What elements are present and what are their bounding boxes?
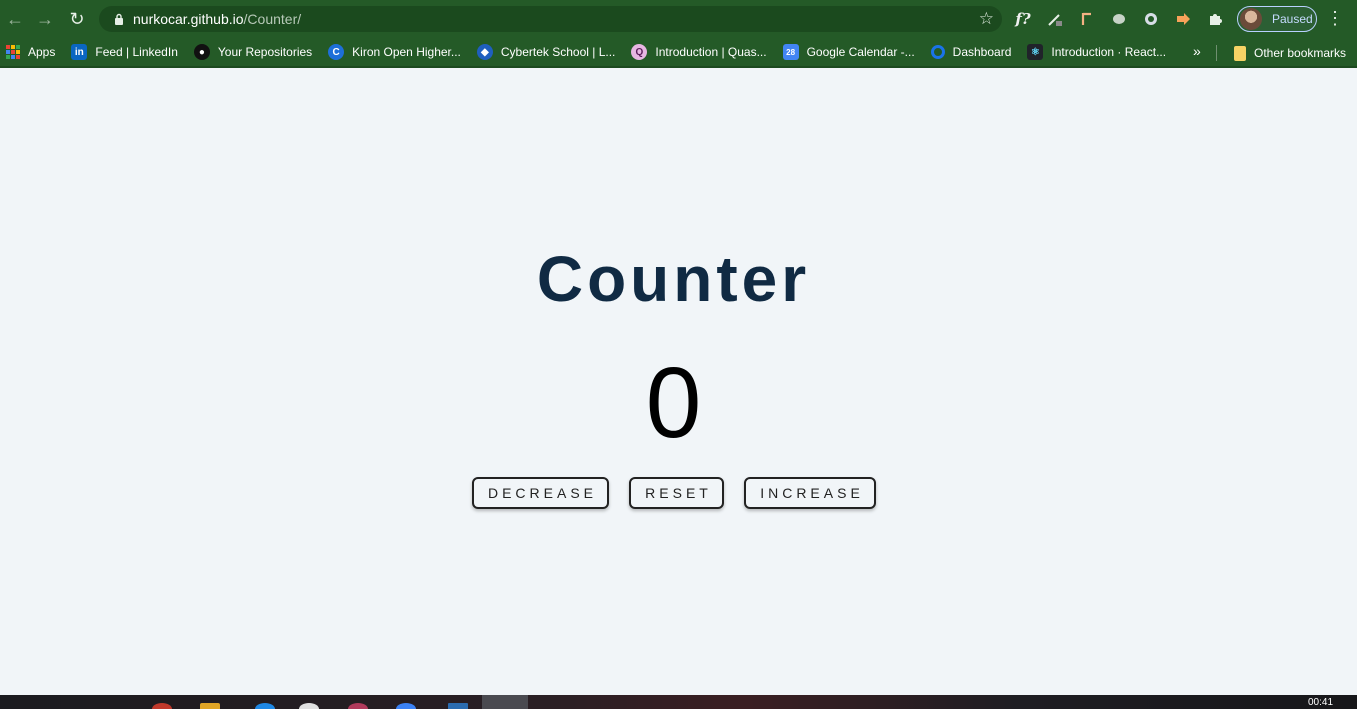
browser-toolbar: ← → ↻ nurkocar.github.io/Counter/ ☆ f? P… — [0, 0, 1357, 38]
bookmark-label: Kiron Open Higher... — [352, 45, 461, 59]
lock-icon — [113, 13, 125, 26]
bookmark-other[interactable]: Other bookmarks — [1226, 40, 1354, 66]
app-taskbar-icon[interactable] — [299, 703, 319, 709]
bookmark-label: Other bookmarks — [1254, 46, 1347, 60]
page-content: Counter 0 DECREASE RESET INCREASE — [0, 70, 1357, 695]
apps-grid-icon — [6, 45, 20, 59]
chrome-taskbar-icon[interactable] — [152, 703, 172, 709]
app-taskbar-icon[interactable] — [448, 703, 468, 709]
bookmark-label: Google Calendar -... — [806, 45, 915, 59]
arrow-extension-icon[interactable] — [1172, 8, 1194, 30]
bookmark-label: Cybertek School | L... — [500, 45, 616, 59]
decrease-button[interactable]: DECREASE — [472, 477, 609, 509]
dashboard-icon — [930, 45, 945, 59]
bookmark-github[interactable]: ● Your Repositories — [186, 39, 320, 65]
bookmark-star-icon[interactable]: ☆ — [979, 9, 994, 29]
bookmark-apps[interactable]: Apps — [0, 39, 63, 65]
github-icon: ● — [193, 44, 210, 60]
taskbar-clock: 00:41 — [1308, 697, 1334, 708]
react-icon: ⚛ — [1027, 44, 1044, 60]
counter-value: 0 — [645, 347, 702, 459]
bookmark-quasar[interactable]: Q Introduction | Quas... — [623, 39, 774, 65]
reset-button[interactable]: RESET — [629, 477, 724, 509]
forward-arrow-icon[interactable]: → — [30, 4, 60, 34]
app-taskbar-icon[interactable] — [348, 703, 368, 709]
bookmark-google-calendar[interactable]: 28 Google Calendar -... — [775, 39, 923, 65]
puzzle-extensions-icon[interactable] — [1204, 8, 1226, 30]
vscode-taskbar-icon[interactable] — [255, 703, 275, 709]
bookmark-label: Dashboard — [952, 45, 1012, 59]
pen-extension-icon[interactable] — [1044, 8, 1066, 30]
bookmark-dashboard[interactable]: Dashboard — [923, 39, 1020, 65]
bookmark-label: Introduction | Quas... — [655, 45, 767, 59]
back-arrow-icon[interactable]: ← — [0, 4, 30, 34]
linkedin-icon: in — [71, 44, 88, 60]
bookmark-linkedin[interactable]: in Feed | LinkedIn — [63, 39, 186, 65]
bookmark-label: Feed | LinkedIn — [95, 45, 178, 59]
active-taskbar-item[interactable] — [482, 695, 528, 709]
extensions-area: f? — [1012, 4, 1226, 34]
quasar-icon: Q — [631, 44, 648, 60]
bookmarks-bar: Apps in Feed | LinkedIn ● Your Repositor… — [0, 38, 1357, 68]
profile-status: Paused — [1272, 12, 1313, 26]
circle-extension-icon[interactable] — [1140, 8, 1162, 30]
bookmark-kiron[interactable]: C Kiron Open Higher... — [320, 39, 469, 65]
more-bookmarks-chevron-icon[interactable]: » — [1193, 43, 1201, 59]
flag-extension-icon[interactable] — [1076, 8, 1098, 30]
cybertek-icon: ◆ — [476, 44, 493, 60]
bookmark-label: Your Repositories — [217, 45, 313, 59]
folder-taskbar-icon[interactable] — [200, 703, 220, 709]
bookmark-cybertek[interactable]: ◆ Cybertek School | L... — [469, 39, 624, 65]
bookmark-react[interactable]: ⚛ Introduction · React... — [1019, 39, 1174, 65]
formula-extension-icon[interactable]: f? — [1012, 8, 1034, 30]
address-bar[interactable]: nurkocar.github.io/Counter/ ☆ — [99, 6, 1002, 32]
more-menu-icon[interactable]: ⋮ — [1326, 8, 1344, 30]
url-text: nurkocar.github.io/Counter/ — [133, 11, 302, 27]
app-taskbar-icon[interactable] — [396, 703, 416, 709]
bookmark-label: Apps — [28, 45, 56, 59]
taskbar: 00:41 — [0, 695, 1357, 709]
leaf-extension-icon[interactable] — [1108, 8, 1130, 30]
page-title: Counter — [536, 243, 811, 315]
folder-icon — [1234, 45, 1246, 61]
kiron-icon: C — [328, 44, 345, 60]
calendar-icon: 28 — [782, 44, 799, 60]
increase-button[interactable]: INCREASE — [744, 477, 876, 509]
bookmark-label: Introduction · React... — [1051, 45, 1167, 59]
avatar — [1240, 8, 1262, 30]
profile-button[interactable]: Paused — [1237, 6, 1317, 32]
reload-icon[interactable]: ↻ — [62, 4, 92, 34]
bookmark-divider — [1216, 45, 1217, 61]
